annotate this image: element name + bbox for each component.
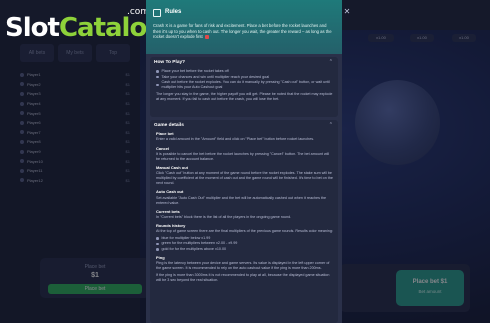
list-item: Cash out before the rocket explodes. You… — [156, 80, 334, 90]
list-item: gold for for the multipliers above x10.0… — [156, 247, 334, 252]
bullet-text: Place your bet before the rocket takes o… — [161, 69, 229, 73]
bullet-icon — [156, 83, 159, 87]
rocket-icon — [204, 35, 209, 40]
section-heading: Manual Cash out — [156, 164, 189, 170]
legend-text: gold for for the multipliers above x10.0… — [161, 247, 227, 252]
rules-book-icon — [153, 9, 161, 17]
modal-title: Rules — [165, 9, 182, 15]
how-to-play-section[interactable]: How To Play? ⌃ Place your bet before the… — [150, 57, 338, 117]
section-heading: Rounds history — [156, 223, 186, 229]
legend-text: blue for multiplier below x1.99 — [161, 235, 211, 240]
section-text: At the top of game screen there are the … — [156, 229, 333, 234]
game-details-section[interactable]: Game details ⌃ Place bet Enter a valid a… — [150, 120, 338, 323]
section-text: Click "Cash out" button at any moment of… — [156, 171, 333, 186]
list-item: blue for multiplier below x1.99 — [156, 236, 334, 241]
close-icon[interactable]: ✕ — [342, 7, 352, 17]
bullet-text: Cash out before the rocket explodes. You… — [161, 80, 330, 90]
rules-modal: Rules Crash X is a game for fans of risk… — [146, 0, 342, 323]
how-to-play-note: The longer you stay in the game, the hig… — [156, 92, 333, 102]
watermark-slot: Slot — [5, 13, 60, 43]
section-text: It is possible to cancel the bet before … — [156, 151, 330, 161]
how-to-play-body: Place your bet before the rocket takes o… — [156, 69, 334, 104]
modal-header: Rules Crash X is a game for fans of risk… — [146, 0, 342, 54]
bullet-icon — [156, 248, 159, 251]
section-heading: Current bets — [156, 208, 180, 214]
intro-text: Crash X is a game for fans of risk and e… — [153, 23, 332, 40]
section-text: Ping is the latency between your device … — [156, 261, 330, 271]
modal-intro: Crash X is a game for fans of risk and e… — [153, 23, 335, 40]
bullet-icon — [156, 242, 159, 246]
section-heading: Ping — [156, 255, 165, 261]
game-screen: All bets My bets Top Player1$1 Player2$1… — [0, 0, 490, 323]
how-to-play-title: How To Play? — [154, 60, 186, 65]
section-text: If the ping is more than 3000ms it is no… — [156, 273, 330, 282]
section-heading: Cancel — [156, 145, 170, 151]
watermark-text: SlotCatalog — [5, 13, 165, 43]
list-item: Take your chances and win until multipli… — [156, 75, 334, 80]
chevron-up-icon: ⌃ — [328, 59, 333, 65]
list-item: green for the multipliers between x2.00 … — [156, 241, 334, 246]
bullet-icon — [156, 70, 159, 73]
legend-text: green for the multipliers between x2.00 … — [161, 241, 238, 246]
bullet-icon — [156, 75, 159, 79]
section-text: Enter a valid amount in the "Amount" fie… — [156, 137, 315, 142]
list-item: Place your bet before the rocket takes o… — [156, 69, 334, 74]
section-heading: Place bet — [156, 131, 174, 137]
section-heading: Auto Cash out — [156, 189, 184, 195]
bullet-text: Take your chances and win until multipli… — [161, 74, 270, 79]
section-text: In "Current bets" block there is the lis… — [156, 214, 292, 219]
bullet-icon — [156, 237, 159, 240]
slotcatalog-watermark: SlotCatalog .com — [5, 5, 165, 45]
game-details-body: Place bet Enter a valid amount in the "A… — [156, 128, 334, 285]
section-text: Set available "Auto Cash Out" multiplier… — [156, 195, 327, 205]
